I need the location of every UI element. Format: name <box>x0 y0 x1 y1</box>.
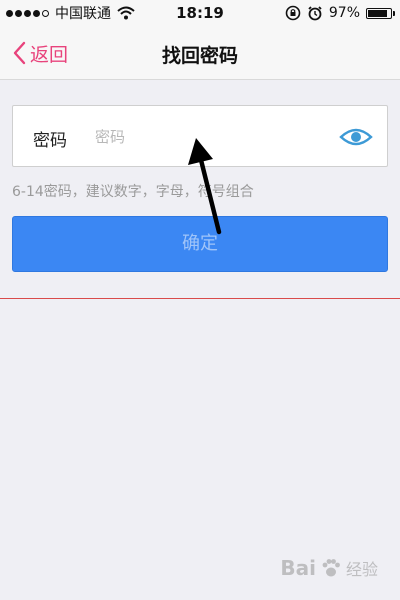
divider-line <box>0 298 400 299</box>
eye-icon <box>339 128 373 146</box>
page-title: 找回密码 <box>161 45 238 67</box>
status-bar: 中国联通 18:19 97% <box>0 0 400 26</box>
status-right: 97% <box>285 4 395 22</box>
watermark: Bai 经验 <box>280 556 378 580</box>
battery-percent: 97% <box>328 5 360 21</box>
paw-icon <box>322 559 340 577</box>
show-password-toggle[interactable] <box>339 124 373 150</box>
nav-bar: 返回 找回密码 <box>0 26 400 80</box>
annotation-arrow <box>188 138 222 235</box>
password-input[interactable] <box>95 124 325 150</box>
confirm-button[interactable]: 确定 <box>12 216 388 272</box>
watermark-text: 经验 <box>345 560 378 579</box>
alarm-icon <box>308 6 322 21</box>
password-hint: 6-14密码，建议数字，字母，符号组合 <box>12 184 254 200</box>
battery-fill <box>368 9 388 17</box>
rotation-lock-icon <box>285 5 301 21</box>
password-field[interactable]: 密码 <box>12 105 388 167</box>
password-label: 密码 <box>33 131 67 151</box>
watermark-logo: Bai <box>280 556 316 580</box>
battery-icon <box>366 7 395 19</box>
